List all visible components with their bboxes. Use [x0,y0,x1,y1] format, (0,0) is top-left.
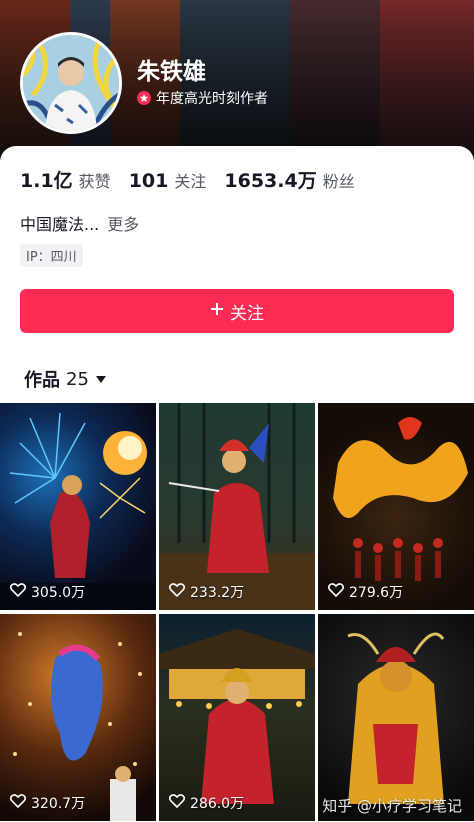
badge-label: 年度高光时刻作者 [156,91,268,107]
video-thumbnail [0,412,156,610]
stats-row: 1.1亿 获赞 101 关注 1653.4万 粉丝 [20,166,373,193]
followers-label[interactable]: 粉丝 [323,168,355,192]
likes-count: 1.1亿 [20,170,73,192]
following-label[interactable]: 关注 [174,168,206,192]
video-grid: 305.0万 233.2万 279.6万 320.7万 286.0万 知乎 @小… [0,403,474,822]
watermark: 知乎 @小疗学习笔记 [322,797,462,815]
video-tile[interactable]: 233.2万 [159,403,315,610]
video-tile[interactable]: 286.0万 [159,614,315,821]
video-likes: 286.0万 [168,793,244,813]
follow-button[interactable]: 关注 [20,289,454,333]
ip-location-tag: IP：四川 [20,244,83,267]
video-tile[interactable]: 279.6万 [318,403,474,610]
heart-icon [9,583,27,601]
video-likes: 305.0万 [9,582,85,602]
bio-more-link[interactable]: 更多 [107,215,139,234]
video-tile[interactable]: 320.7万 [0,614,156,821]
works-count: 25 [66,368,89,390]
follow-button-label: 关注 [230,303,264,324]
plus-icon [210,301,224,321]
video-thumbnail [159,403,315,610]
video-thumbnail [13,632,142,821]
followers-count[interactable]: 1653.4万 [224,166,316,193]
video-thumbnail [333,417,468,581]
creator-badge[interactable]: 年度高光时刻作者 [137,88,268,108]
bio: 中国魔法... 更多 [20,211,139,235]
tab-works[interactable]: 作品 25 [24,366,107,392]
video-likes: 320.7万 [9,793,85,813]
video-tile[interactable] [318,614,474,821]
bio-text: 中国魔法... [20,215,100,234]
avatar[interactable] [20,32,122,134]
following-count[interactable]: 101 [129,170,169,192]
likes-label: 获赞 [78,172,111,191]
heart-icon [168,794,186,812]
works-label: 作品 [24,370,60,391]
heart-icon [327,583,345,601]
video-thumbnail [347,632,445,804]
caret-down-icon[interactable] [95,370,107,389]
heart-icon [168,583,186,601]
star-icon [137,91,151,105]
video-tile[interactable]: 305.0万 [0,403,156,610]
heart-icon [9,794,27,812]
video-likes: 233.2万 [168,582,244,602]
username: 朱铁雄 [137,59,206,85]
video-likes: 279.6万 [327,582,403,602]
video-thumbnail [159,629,315,804]
